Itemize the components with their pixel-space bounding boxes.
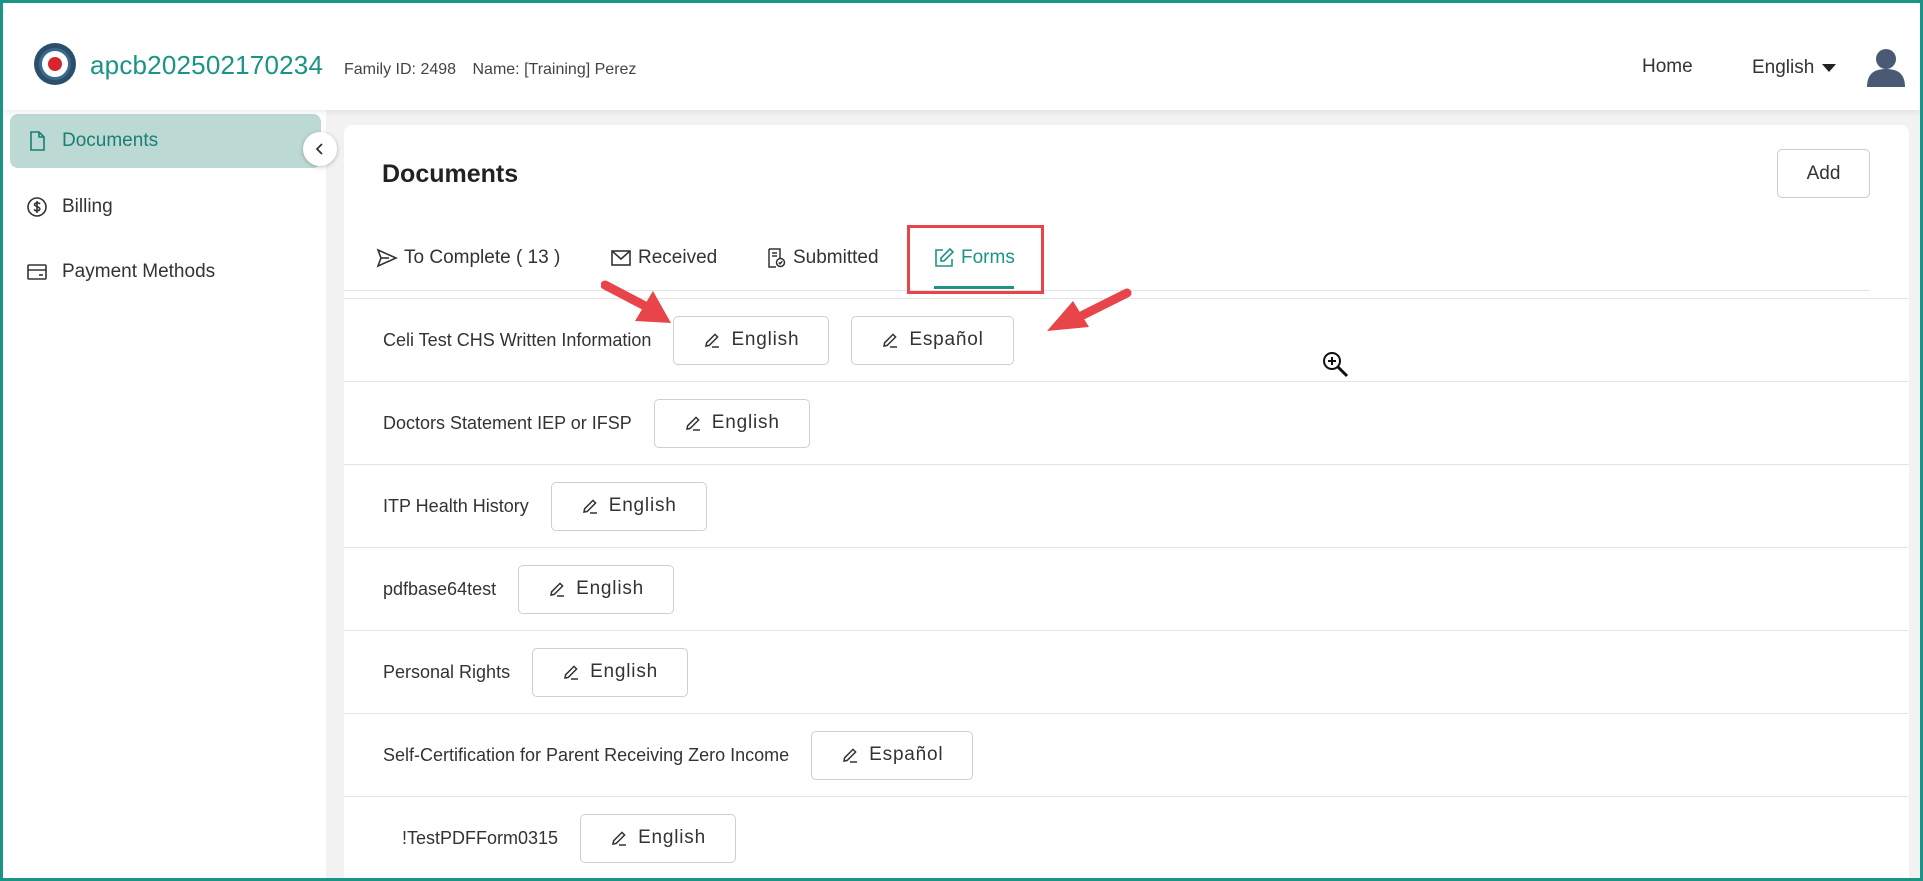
add-button[interactable]: Add [1777,149,1870,198]
form-row: !TestPDFForm0315 English [344,796,1909,878]
app-frame: apcb202502170234 Family ID: 2498 Name: [… [0,0,1923,881]
chevron-left-icon [315,143,323,155]
form-name: pdfbase64test [383,578,497,599]
top-header: apcb202502170234 Family ID: 2498 Name: [… [3,3,1920,110]
tab-submitted[interactable]: Submitted [765,241,879,275]
form-name: ITP Health History [383,495,529,516]
sidebar: Documents Billing Payment Methods [6,110,326,878]
family-name: Name: [Training] Perez [472,61,637,78]
sidebar-collapse-button[interactable] [303,132,337,166]
pencil-icon [564,665,579,680]
family-id: Family ID: 2498 [344,61,457,78]
pencil-icon [612,831,627,846]
tab-received[interactable]: Received [610,241,717,275]
sidebar-item-label: Billing [62,196,113,217]
form-name: !TestPDFForm0315 [402,827,559,848]
form-english-button[interactable]: English [580,813,736,863]
tab-label: Received [638,247,718,268]
form-row: Self-Certification for Parent Receiving … [344,713,1909,796]
form-english-button[interactable]: English [518,564,675,614]
home-link[interactable]: Home [1642,56,1693,78]
form-english-button[interactable]: English [653,398,810,448]
send-icon [376,248,398,268]
document-tabs: To Complete ( 13 ) Received Submitted Fo… [376,241,1870,291]
org-logo-icon [34,43,76,85]
page-title: Documents [382,160,519,188]
language-label: English [1752,57,1815,78]
caret-down-icon [1822,64,1837,72]
sidebar-item-label: Documents [62,130,159,151]
form-espanol-button[interactable]: Español [851,315,1014,365]
form-row: Doctors Statement IEP or IFSP English [344,381,1909,464]
form-english-button[interactable]: English [550,481,707,531]
document-icon [30,131,45,151]
app-title: apcb202502170234 [90,50,324,80]
sidebar-item-documents[interactable]: Documents [10,114,321,168]
form-row: pdfbase64test English [344,547,1909,630]
edit-icon [935,247,955,267]
tab-forms[interactable]: Forms [933,241,1015,275]
active-tab-indicator [934,286,1014,289]
sidebar-item-label: Payment Methods [62,261,216,282]
user-avatar-icon[interactable] [1865,47,1907,87]
card-icon [27,264,47,280]
tab-label: Submitted [793,247,879,268]
tab-label: To Complete ( 13 ) [404,247,561,268]
form-row: ITP Health History English [344,464,1909,547]
form-row: Celi Test CHS Written Information Englis… [344,298,1909,381]
form-name: Personal Rights [383,661,511,682]
mail-icon [611,250,631,266]
submitted-doc-icon [768,248,786,268]
form-name: Celi Test CHS Written Information [383,329,652,350]
tab-label: Forms [961,247,1015,268]
sidebar-item-billing[interactable]: Billing [10,180,321,234]
language-dropdown[interactable]: English [1752,57,1837,79]
tabs-divider [344,290,1870,291]
pencil-icon [582,499,597,514]
tab-to-complete[interactable]: To Complete ( 13 ) [376,241,560,275]
form-espanol-button[interactable]: Español [811,730,974,780]
family-info: Family ID: 2498 Name: [Training] Perez [344,61,648,79]
dollar-icon [27,197,47,217]
form-english-button[interactable]: English [673,315,830,365]
pencil-icon [705,333,720,348]
pencil-icon [883,333,898,348]
form-name: Doctors Statement IEP or IFSP [383,412,632,433]
form-name: Self-Certification for Parent Receiving … [383,744,790,765]
pencil-icon [550,582,565,597]
pencil-icon [685,416,700,431]
pencil-icon [843,748,858,763]
sidebar-item-payment-methods[interactable]: Payment Methods [10,245,321,299]
form-row: Personal Rights English [344,630,1909,713]
zoom-in-cursor-icon [1323,352,1349,378]
form-english-button[interactable]: English [532,647,688,697]
